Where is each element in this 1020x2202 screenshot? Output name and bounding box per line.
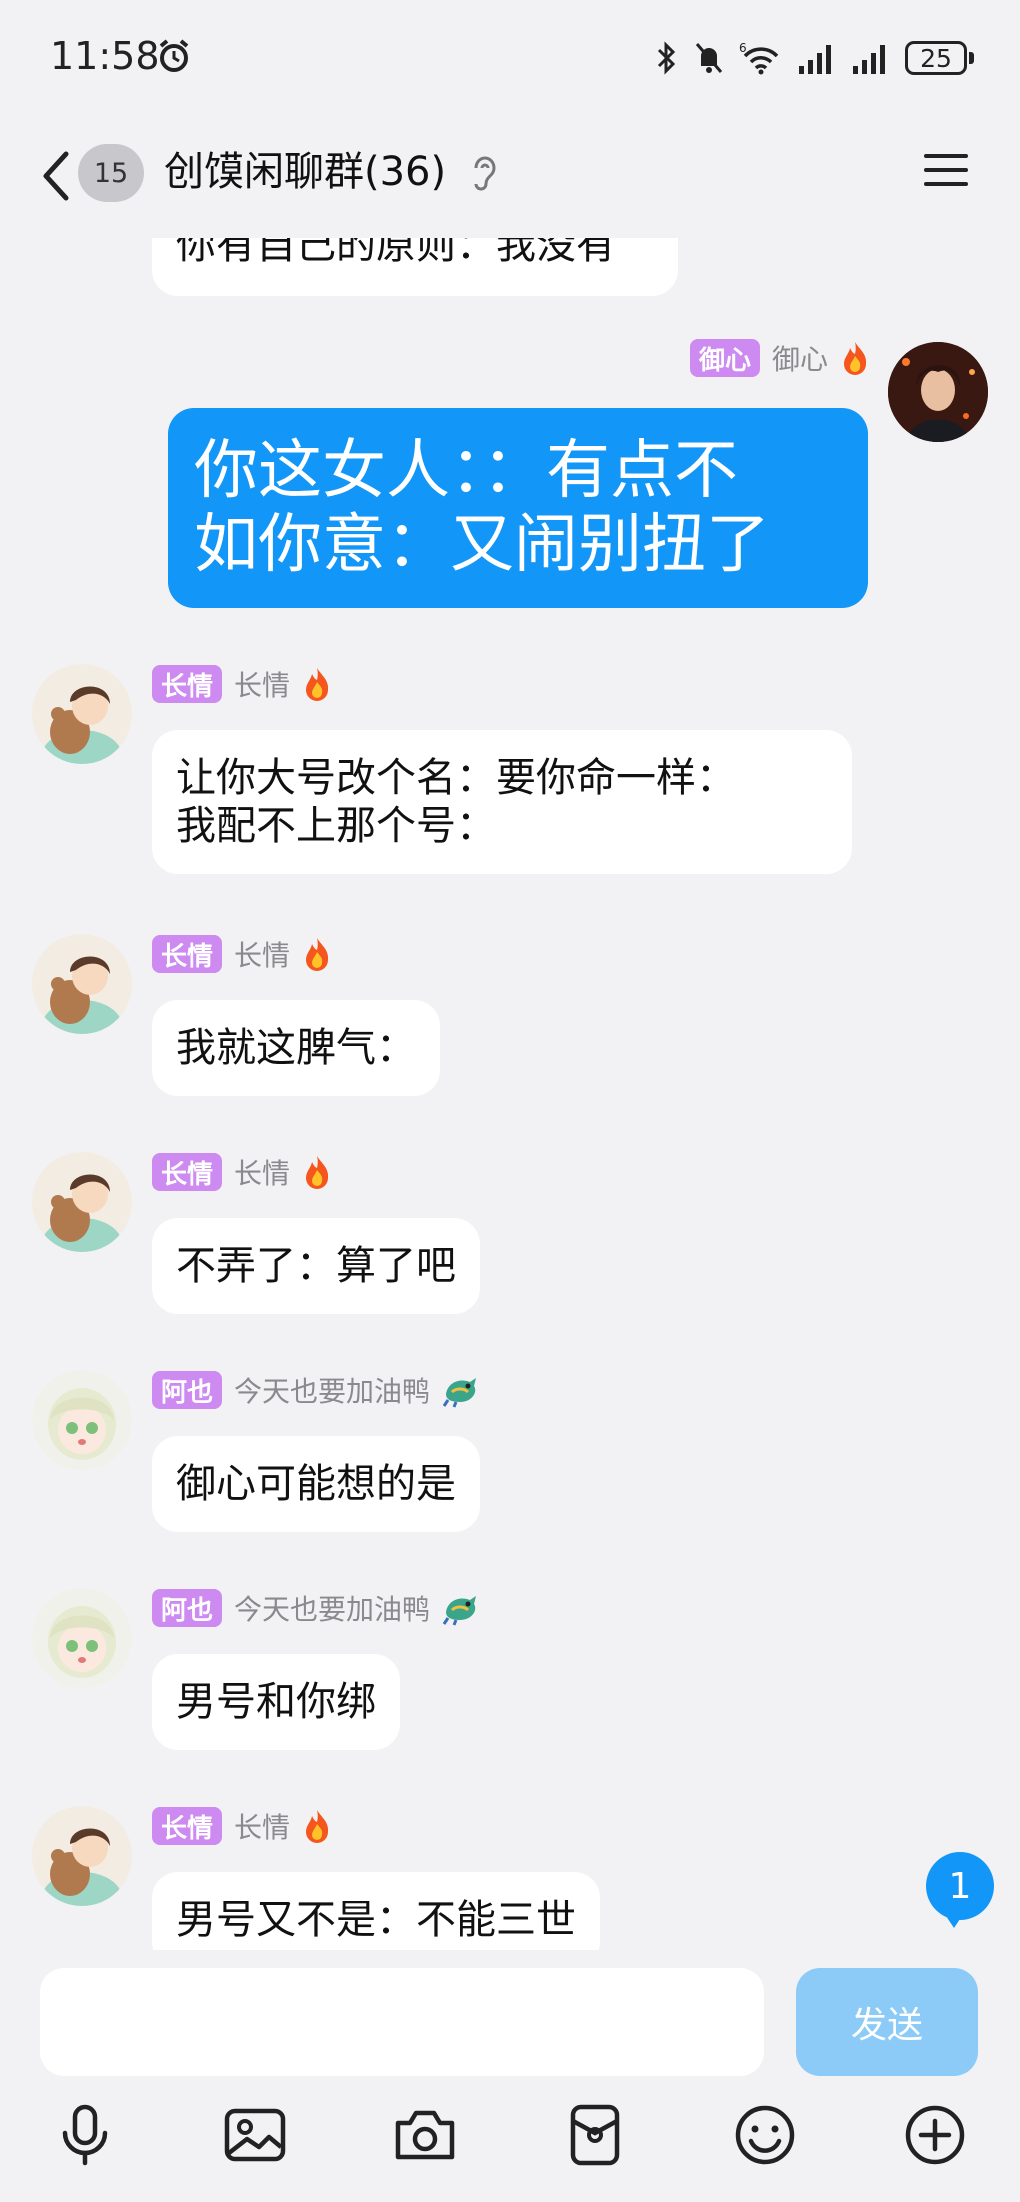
member-tag: 长情 — [152, 935, 223, 973]
message-bubble[interactable]: 不弄了：算了吧 — [152, 1218, 480, 1314]
signal-icon — [799, 45, 831, 74]
message-bubble[interactable]: 你这女人：：有点不 如你意：又闹别扭了 — [168, 408, 868, 608]
microphone-button[interactable] — [50, 2100, 120, 2170]
camera-button[interactable] — [390, 2100, 460, 2170]
message-text: 男号和你绑 — [176, 1679, 376, 1725]
sender-row: 长情 长情 — [152, 664, 332, 704]
sender-name: 长情 — [234, 1157, 291, 1190]
avatar[interactable] — [32, 1152, 132, 1252]
input-area: 发送 — [0, 1950, 1020, 2202]
message-text-line: 让你大号改个名：要你命一样： — [176, 755, 736, 801]
member-tag: 御心 — [689, 339, 760, 377]
back-icon[interactable] — [36, 146, 76, 206]
message-text-line: 你这女人：：有点不 — [194, 434, 738, 508]
message-input[interactable] — [40, 1968, 764, 2076]
message-bubble[interactable]: 男号和你绑 — [152, 1654, 400, 1750]
signal-icon-2 — [853, 45, 885, 74]
message-bubble[interactable]: 御心可能想的是 — [152, 1436, 480, 1532]
sender-row: 长情 长情 — [152, 934, 332, 974]
message-bubble[interactable]: 你有自己的原则：我没有 — [152, 238, 678, 296]
avatar-image — [32, 1370, 132, 1470]
plus-button[interactable] — [900, 2100, 970, 2170]
avatar[interactable] — [32, 934, 132, 1034]
send-button[interactable]: 发送 — [796, 1968, 978, 2076]
emoji-icon — [735, 2105, 795, 2165]
dragon-icon — [442, 1378, 477, 1408]
avatar-image — [32, 1588, 132, 1688]
member-tag: 长情 — [152, 1807, 223, 1845]
message-text: 你有自己的原则：我没有 — [176, 238, 616, 268]
avatar-image — [32, 1806, 132, 1906]
member-tag: 长情 — [152, 665, 223, 703]
dragon-icon — [442, 1596, 477, 1626]
microphone-icon — [62, 2104, 108, 2166]
fire-icon — [306, 1156, 329, 1189]
fire-icon — [844, 342, 867, 375]
message-text-line: 我配不上那个号： — [176, 803, 496, 849]
bluetooth-icon — [657, 41, 676, 75]
message-bubble[interactable]: 我就这脾气： — [152, 1000, 440, 1096]
sender-row: 阿也 今天也要加油鸭 — [152, 1588, 480, 1628]
status-time: 11:58 — [50, 34, 160, 78]
alarm-icon — [159, 39, 189, 72]
toolbar — [0, 2100, 1020, 2180]
status-icons: 6 25 — [655, 38, 974, 78]
message-text-line: 如你意：又闹别扭了 — [194, 508, 770, 582]
sender-row: 长情 长情 — [152, 1152, 332, 1192]
sender-row: 阿也 今天也要加油鸭 — [152, 1370, 480, 1410]
battery-level: 25 — [905, 41, 967, 75]
fire-icon — [306, 1810, 329, 1843]
avatar[interactable] — [32, 1370, 132, 1470]
avatar-image — [32, 934, 132, 1034]
group-title[interactable]: 创馍闲聊群(36) — [164, 142, 446, 202]
plus-icon — [905, 2105, 965, 2165]
sender-name: 御心 — [771, 343, 828, 376]
fire-icon — [306, 938, 329, 971]
sender-name: 今天也要加油鸭 — [234, 1375, 431, 1408]
member-tag: 长情 — [152, 1153, 223, 1191]
avatar-image — [32, 1152, 132, 1252]
sender-name: 长情 — [234, 1811, 291, 1844]
sender-row: 长情 长情 — [152, 1806, 332, 1846]
svg-text:6: 6 — [739, 41, 747, 55]
avatar-image — [888, 342, 988, 442]
red-packet-icon — [570, 2104, 620, 2166]
message-bubble[interactable]: 男号又不是：不能三世 — [152, 1872, 600, 1950]
message-text: 不弄了：算了吧 — [176, 1243, 456, 1289]
member-tag: 阿也 — [152, 1589, 223, 1627]
red-packet-button[interactable] — [560, 2100, 630, 2170]
message-text: 男号又不是：不能三世 — [176, 1897, 576, 1943]
battery-icon: 25 — [905, 41, 974, 75]
avatar[interactable] — [32, 1806, 132, 1906]
mute-bell-icon — [695, 43, 723, 73]
message-text: 我就这脾气： — [176, 1025, 416, 1071]
message-bubble[interactable]: 让你大号改个名：要你命一样： 我配不上那个号： — [152, 730, 852, 874]
new-message-badge[interactable]: 1 — [926, 1852, 994, 1928]
avatar[interactable] — [32, 664, 132, 764]
avatar[interactable] — [888, 342, 988, 442]
avatar-image — [32, 664, 132, 764]
camera-icon — [395, 2110, 455, 2160]
message-text: 御心可能想的是 — [176, 1461, 456, 1507]
wifi-icon: 6 — [739, 41, 779, 75]
member-tag: 阿也 — [152, 1371, 223, 1409]
sender-row: 御心 御心 — [689, 338, 870, 378]
status-bar: 11:58 6 25 — [0, 0, 1020, 118]
image-button[interactable] — [220, 2100, 290, 2170]
sender-name: 长情 — [234, 939, 291, 972]
chat-header: 15 创馍闲聊群(36) — [0, 118, 1020, 238]
message-list[interactable]: 你有自己的原则：我没有 御心 御心 你这女人：：有点不 如你意：又闹别扭了 长情… — [0, 238, 1020, 1950]
emoji-button[interactable] — [730, 2100, 800, 2170]
ear-icon — [474, 156, 496, 191]
sender-name: 长情 — [234, 669, 291, 702]
sender-name: 今天也要加油鸭 — [234, 1593, 431, 1626]
fire-icon — [306, 668, 329, 701]
image-icon — [224, 2108, 286, 2162]
avatar[interactable] — [32, 1588, 132, 1688]
menu-icon[interactable] — [924, 150, 968, 190]
unread-count-badge[interactable]: 15 — [78, 144, 144, 202]
